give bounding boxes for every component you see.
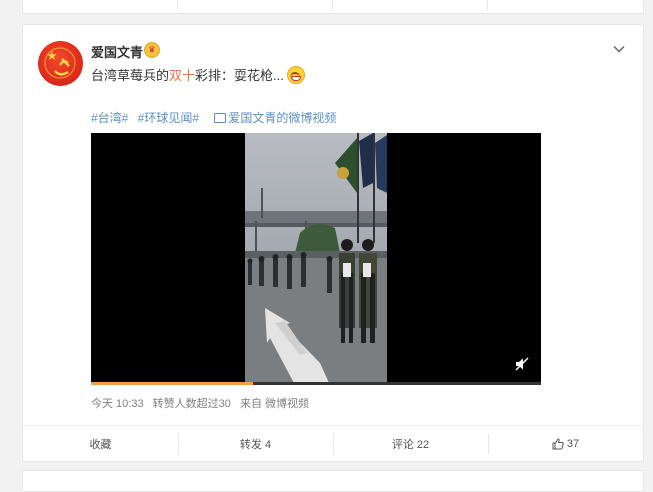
post-meta: 今天 10:33 转赞人数超过30 来自 微博视频 <box>91 395 315 411</box>
post-tags: #台湾# #环球见闻# 爱国文青的微博视频 <box>91 109 342 126</box>
username[interactable]: 爱国文青 <box>91 42 143 61</box>
post-time[interactable]: 今天 10:33 <box>91 398 144 410</box>
divider <box>487 0 488 10</box>
previous-post-actions <box>22 0 644 14</box>
post-views: 转赞人数超过30 <box>152 398 231 410</box>
thumbs-up-icon <box>552 438 564 450</box>
smile-emoji-icon <box>286 66 305 84</box>
like-count: 37 <box>566 438 580 450</box>
comment-label: 评论 22 <box>391 439 430 451</box>
post-source[interactable]: 来自 微博视频 <box>240 398 309 410</box>
comment-button[interactable]: 评论 22 <box>333 426 488 462</box>
divider <box>332 0 333 10</box>
video-progress-track[interactable] <box>91 382 541 385</box>
video-frame <box>245 133 387 385</box>
next-post-card <box>22 470 644 492</box>
favorite-label: 收藏 <box>89 439 112 451</box>
video-link[interactable]: 爱国文青的微博视频 <box>228 111 336 125</box>
tag-taiwan[interactable]: #台湾# <box>91 111 128 125</box>
repost-button[interactable]: 转发 4 <box>178 426 333 462</box>
divider <box>177 0 178 10</box>
tag-global-news[interactable]: #环球见闻# <box>138 111 199 125</box>
like-button[interactable]: 37 <box>488 426 643 462</box>
crown-badge-icon[interactable]: ♛ <box>144 42 160 58</box>
video-player[interactable] <box>91 133 541 385</box>
avatar[interactable] <box>38 41 83 86</box>
post-text-highlight[interactable]: 双十 <box>169 68 195 83</box>
video-link-icon <box>214 113 227 123</box>
weibo-post-card: 爱国文青 ♛ 台湾草莓兵的双十彩排：耍花枪... #台湾# #环球见闻# 爱国文… <box>22 24 644 462</box>
repost-label: 转发 4 <box>239 439 272 451</box>
post-text: 台湾草莓兵的双十彩排：耍花枪... <box>91 65 305 84</box>
post-text-before: 台湾草莓兵的 <box>91 68 170 83</box>
post-actions: 收藏 转发 4 评论 22 37 <box>23 425 643 462</box>
post-text-after: 彩排：耍花枪... <box>195 68 284 83</box>
favorite-button[interactable]: 收藏 <box>23 426 178 462</box>
mute-icon[interactable] <box>515 357 529 371</box>
video-progress-fill <box>91 382 253 385</box>
chevron-down-icon[interactable] <box>611 41 627 57</box>
